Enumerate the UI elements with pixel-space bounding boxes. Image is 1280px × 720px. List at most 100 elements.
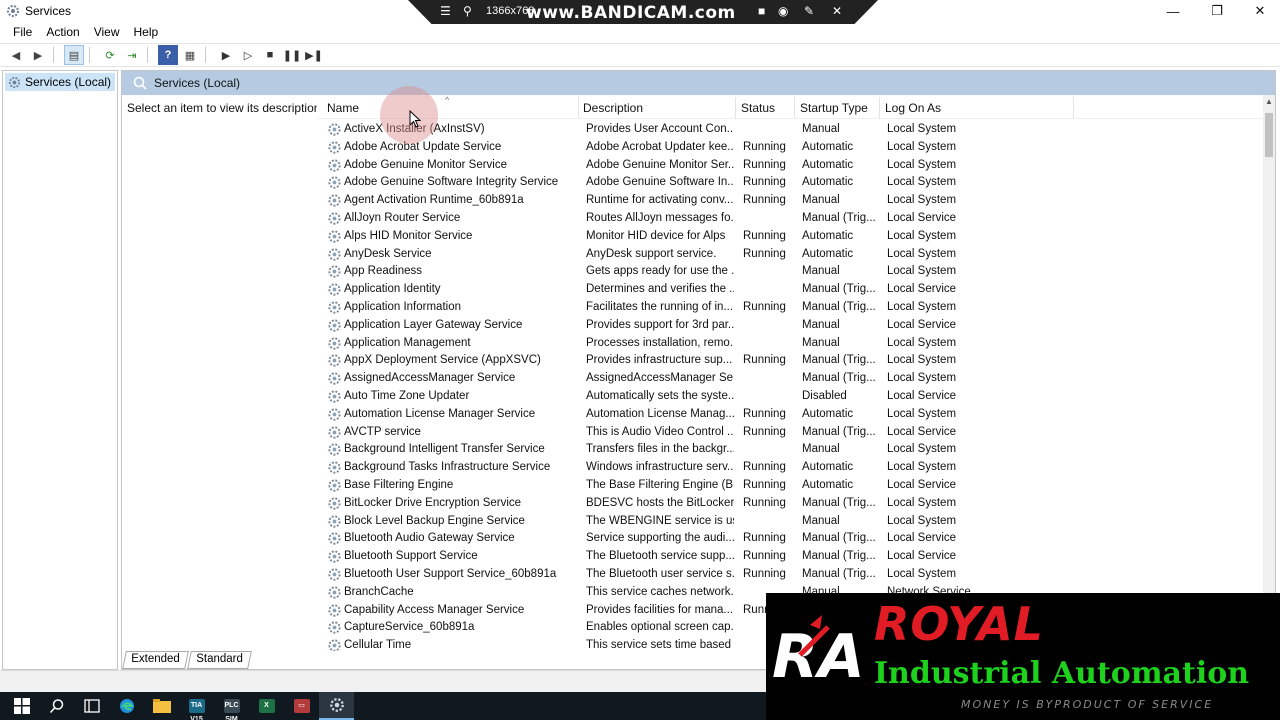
service-row[interactable]: AnyDesk Service AnyDesk support service. R…: [317, 246, 1275, 264]
service-description: Provides infrastructure sup...: [586, 354, 733, 367]
vertical-scrollbar[interactable]: ▲: [1263, 95, 1275, 651]
help-icon[interactable]: ?: [158, 45, 178, 65]
service-gear-icon: [327, 460, 342, 475]
service-row[interactable]: Base Filtering Engine The Base Filtering …: [317, 477, 1275, 495]
service-status: Running: [743, 247, 786, 260]
menu-help[interactable]: Help: [127, 22, 166, 42]
menu-file[interactable]: File: [6, 22, 39, 42]
service-name: Adobe Genuine Software Integrity Service: [344, 176, 559, 189]
edge-browser-icon[interactable]: [109, 692, 144, 720]
excel-icon[interactable]: X: [249, 692, 284, 720]
service-log-on-as: Local Service: [887, 318, 957, 331]
service-row[interactable]: Auto Time Zone Updater Automatically sets…: [317, 388, 1275, 406]
start-service-icon[interactable]: ▶: [216, 45, 236, 65]
service-row[interactable]: Background Tasks Infrastructure Service W…: [317, 459, 1275, 477]
tab-extended[interactable]: Extended: [122, 651, 189, 669]
service-row[interactable]: Bluetooth Support Service The Bluetooth s…: [317, 548, 1275, 566]
plc-sim-icon[interactable]: PLC SIM: [214, 692, 249, 720]
service-log-on-as: Local Service: [887, 425, 957, 438]
channel-watermark: RA ROYAL Industrial Automation MONEY IS …: [766, 593, 1280, 720]
menu-view[interactable]: View: [87, 22, 127, 42]
service-description: The Bluetooth user service s...: [586, 568, 734, 580]
service-description: Adobe Acrobat Updater kee...: [586, 140, 734, 153]
service-row[interactable]: Application Management Processes installa…: [317, 335, 1275, 353]
show-hide-console-tree-icon[interactable]: ▤: [64, 45, 84, 65]
services-taskbar-icon[interactable]: [319, 692, 354, 720]
service-startup-type: Manual: [802, 123, 840, 135]
service-description: Gets apps ready for use the ...: [586, 265, 734, 278]
forward-arrow-icon[interactable]: ▶: [28, 45, 48, 65]
tree-item-services-local[interactable]: Services (Local): [5, 73, 115, 91]
service-name: Adobe Genuine Monitor Service: [344, 158, 508, 171]
column-header-description[interactable]: Description: [583, 101, 643, 115]
column-header-status[interactable]: Status: [741, 101, 775, 115]
camera-icon[interactable]: ◉: [778, 4, 788, 18]
pencil-icon[interactable]: ✎: [804, 4, 814, 18]
file-explorer-icon[interactable]: [144, 692, 179, 720]
service-description: The Base Filtering Engine (B...: [586, 479, 734, 491]
tia-portal-icon[interactable]: TIA V15: [179, 692, 214, 720]
scrollbar-thumb[interactable]: [1265, 113, 1273, 157]
service-status: Running: [743, 479, 786, 491]
service-row[interactable]: Bluetooth Audio Gateway Service Service s…: [317, 530, 1275, 548]
tab-standard[interactable]: Standard: [186, 651, 252, 669]
service-row[interactable]: Agent Activation Runtime_60b891a Runtime …: [317, 192, 1275, 210]
export-list-icon[interactable]: ⇥: [122, 45, 142, 65]
service-row[interactable]: BitLocker Drive Encryption Service BDESVC…: [317, 495, 1275, 513]
pause-service-icon[interactable]: ❚❚: [282, 45, 302, 65]
service-startup-type: Manual (Trig...: [802, 496, 876, 509]
service-row[interactable]: Bluetooth User Support Service_60b891a Th…: [317, 566, 1275, 584]
service-row[interactable]: AppX Deployment Service (AppXSVC) Provide…: [317, 352, 1275, 370]
refresh-icon[interactable]: ⟳: [100, 45, 120, 65]
close-overlay-icon[interactable]: ✕: [832, 4, 842, 18]
start-service-alt-icon[interactable]: ▷: [238, 45, 258, 65]
column-divider[interactable]: [735, 97, 736, 119]
service-row[interactable]: App Readiness Gets apps ready for use the…: [317, 263, 1275, 281]
stop-service-icon[interactable]: ■: [260, 45, 280, 65]
windows-start-icon[interactable]: [4, 692, 39, 720]
task-view-icon[interactable]: [74, 692, 109, 720]
column-header-name[interactable]: Name: [327, 101, 359, 115]
close-button[interactable]: ✕: [1237, 0, 1280, 22]
tab-extended-label: Extended: [131, 653, 180, 665]
column-header-log-on-as[interactable]: Log On As: [885, 101, 941, 115]
scroll-up-icon[interactable]: ▲: [1265, 97, 1273, 106]
service-log-on-as: Local System: [887, 354, 957, 367]
service-startup-type: Manual (Trig...: [802, 212, 876, 224]
service-row[interactable]: Application Information Facilitates the r…: [317, 299, 1275, 317]
pin-icon[interactable]: ⚲: [463, 4, 472, 18]
service-row[interactable]: ActiveX Installer (AxInstSV) Provides Use…: [317, 121, 1275, 139]
service-row[interactable]: Adobe Acrobat Update Service Adobe Acroba…: [317, 139, 1275, 157]
service-row[interactable]: Application Layer Gateway Service Provide…: [317, 317, 1275, 335]
column-divider[interactable]: [578, 97, 579, 119]
service-row[interactable]: Adobe Genuine Monitor Service Adobe Genui…: [317, 157, 1275, 175]
service-log-on-as: Local Service: [887, 479, 957, 491]
restart-service-icon[interactable]: ▶❚: [304, 45, 324, 65]
back-arrow-icon[interactable]: ◀: [6, 45, 26, 65]
column-divider[interactable]: [794, 97, 795, 119]
menu-action[interactable]: Action: [39, 22, 86, 42]
column-divider[interactable]: [1073, 97, 1074, 119]
service-row[interactable]: Application Identity Determines and verif…: [317, 281, 1275, 299]
service-row[interactable]: AllJoyn Router Service Routes AllJoyn mes…: [317, 210, 1275, 228]
stop-record-icon[interactable]: ■: [758, 4, 765, 18]
service-row[interactable]: Background Intelligent Transfer Service T…: [317, 441, 1275, 459]
service-row[interactable]: Block Level Backup Engine Service The WBE…: [317, 513, 1275, 531]
service-row[interactable]: Automation License Manager Service Automa…: [317, 406, 1275, 424]
service-row[interactable]: AssignedAccessManager Service AssignedAcc…: [317, 370, 1275, 388]
service-row[interactable]: Alps HID Monitor Service Monitor HID devi…: [317, 228, 1275, 246]
properties-icon[interactable]: ▦: [180, 45, 200, 65]
service-row[interactable]: Adobe Genuine Software Integrity Service…: [317, 174, 1275, 192]
column-header-startup-type[interactable]: Startup Type: [800, 101, 868, 115]
service-startup-type: Automatic: [802, 461, 854, 474]
minimize-button[interactable]: —: [1150, 0, 1196, 22]
service-status: Running: [743, 407, 786, 420]
maximize-button[interactable]: ❐: [1194, 0, 1240, 22]
search-icon[interactable]: [39, 692, 74, 720]
column-divider[interactable]: [879, 97, 880, 119]
menu-icon[interactable]: ☰: [440, 4, 451, 18]
description-pane: Select an item to view its description.: [127, 101, 324, 115]
service-gear-icon: [327, 603, 342, 618]
app-tool-icon[interactable]: ▭: [284, 692, 319, 720]
service-row[interactable]: AVCTP service This is Audio Video Control…: [317, 424, 1275, 442]
